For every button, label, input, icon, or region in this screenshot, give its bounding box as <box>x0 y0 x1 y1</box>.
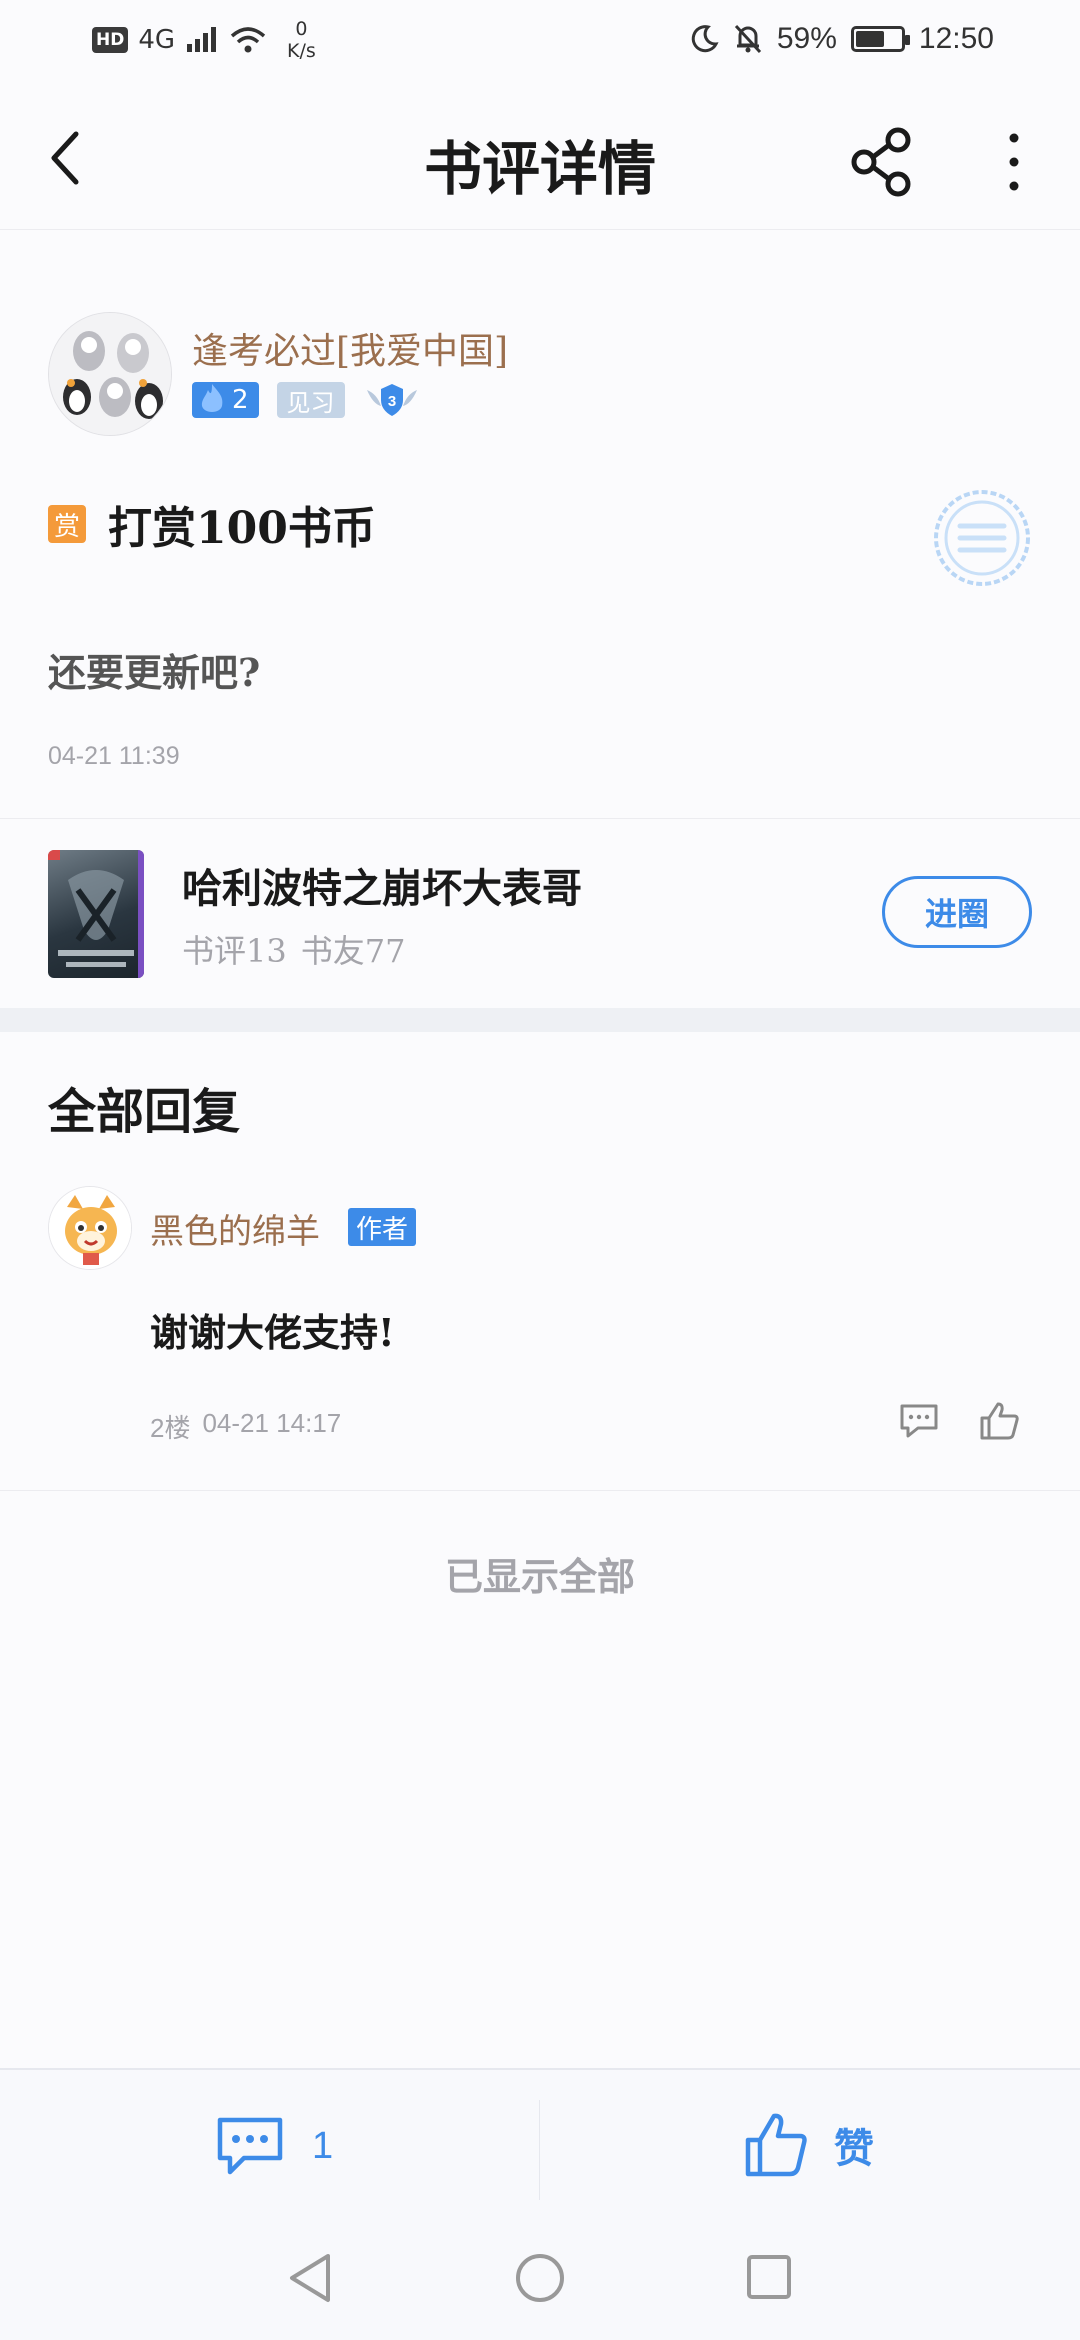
square-recents-icon <box>747 2255 791 2299</box>
network-speed: 0 K/s <box>287 18 316 62</box>
book-cover-art <box>48 850 144 978</box>
reward-icon: 赏 <box>48 505 86 543</box>
system-nav-bar <box>0 2228 1080 2340</box>
screen: HD 4G 0 K/s 59% 12:50 书评详情 逢考必过[我爱中国] 2 … <box>0 0 1080 2340</box>
network-label: 4G <box>138 25 176 55</box>
thumbs-up-icon <box>980 1402 1019 1440</box>
more-button[interactable] <box>996 126 1032 198</box>
reward-row: 赏 打赏100书币 <box>48 492 376 556</box>
book-review-count: 书评13 <box>182 932 287 970</box>
triangle-back-icon <box>290 2254 330 2302</box>
reply-like-button[interactable] <box>976 1398 1022 1444</box>
rank-value: 3 <box>387 393 395 410</box>
shield-wings-icon: 3 <box>366 384 417 416</box>
title-badge: 见习 <box>276 382 345 418</box>
bottom-action-bar: 1 赞 <box>0 2068 1080 2228</box>
author-tag: 作者 <box>348 1208 417 1246</box>
rank-badge: 3 <box>363 380 421 420</box>
book-title[interactable]: 哈利波特之崩坏大表哥 <box>182 856 582 914</box>
reply-meta: 2楼 04-21 14:17 <box>150 1408 341 1445</box>
share-button[interactable] <box>846 126 918 198</box>
comment-icon <box>900 1404 938 1438</box>
clock: 12:50 <box>918 22 994 55</box>
reply-author[interactable]: 黑色的绵羊 <box>150 1204 320 1253</box>
book-cover[interactable] <box>48 850 144 978</box>
speed-unit: K/s <box>287 40 316 62</box>
nav-recents-button[interactable] <box>746 2254 792 2300</box>
join-circle-button[interactable]: 进圈 <box>882 876 1032 948</box>
author-avatar[interactable] <box>48 312 172 436</box>
divider <box>0 818 1080 819</box>
hd-badge: HD <box>92 27 129 53</box>
app-bar: 书评详情 <box>0 86 1080 230</box>
page-title: 书评详情 <box>423 135 656 203</box>
wifi-icon <box>230 27 266 53</box>
thumbs-up-icon <box>745 2113 807 2177</box>
reward-text: 打赏100书币 <box>108 503 376 554</box>
comment-icon <box>217 2117 283 2175</box>
replies-title: 全部回复 <box>48 1084 241 1140</box>
moon-icon <box>691 25 719 53</box>
speed-value: 0 <box>295 18 308 40</box>
comment-count: 1 <box>312 2124 334 2167</box>
flame-icon <box>201 384 223 412</box>
nav-home-button[interactable] <box>514 2252 566 2304</box>
reply-avatar[interactable] <box>48 1186 132 1270</box>
status-left: HD 4G 0 K/s <box>92 18 316 62</box>
battery-icon <box>850 26 910 52</box>
reply-body: 谢谢大佬支持! <box>150 1310 395 1355</box>
more-vertical-icon <box>1009 133 1019 191</box>
fan-level-value: 2 <box>232 385 249 415</box>
author-badges: 2 见习 3 <box>192 380 421 420</box>
penguin-avatar-image <box>49 313 171 435</box>
cat-avatar-image <box>49 1187 131 1269</box>
comment-action-button[interactable]: 1 <box>214 2114 333 2178</box>
status-right: 59% 12:50 <box>689 22 994 56</box>
post-time: 04-21 11:39 <box>48 742 180 770</box>
author-reply-stamp-icon <box>930 486 1034 590</box>
like-action-button[interactable]: 赞 <box>742 2110 874 2180</box>
book-stats: 书评13 书友77 <box>182 926 405 972</box>
stamp-graphic <box>934 490 1030 586</box>
all-shown-text: 已显示全部 <box>444 1554 635 1599</box>
nav-back-button[interactable] <box>284 2250 336 2306</box>
post-body: 还要更新吧? <box>48 650 261 695</box>
section-divider <box>0 1008 1080 1032</box>
author-name[interactable]: 逢考必过[我爱中国] <box>192 322 508 374</box>
action-separator <box>539 2100 540 2200</box>
signal-icon <box>187 27 217 52</box>
reply-comment-button[interactable] <box>896 1398 942 1444</box>
status-bar: HD 4G 0 K/s 59% 12:50 <box>0 0 1080 86</box>
circle-home-icon <box>516 2254 564 2302</box>
reply-time: 04-21 14:17 <box>202 1408 342 1438</box>
divider <box>0 1490 1080 1491</box>
battery-percent: 59% <box>776 22 837 55</box>
mute-bell-icon <box>734 24 761 54</box>
fan-level-badge: 2 <box>192 382 259 418</box>
book-friend-count: 书友77 <box>300 932 406 970</box>
like-label: 赞 <box>834 2125 874 2172</box>
share-icon <box>851 127 911 197</box>
reply-floor: 2楼 <box>150 1413 191 1443</box>
